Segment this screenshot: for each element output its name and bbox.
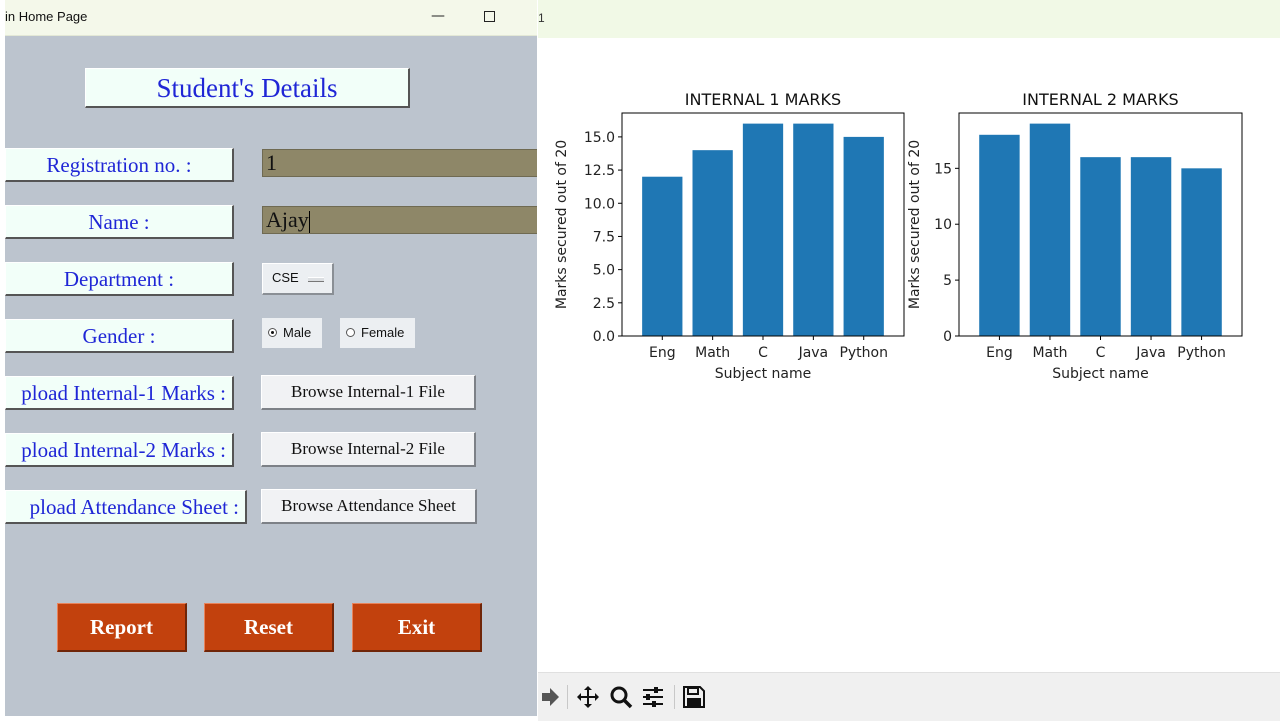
toolbar-separator xyxy=(567,685,568,709)
radio-unselected-icon xyxy=(346,328,355,338)
x-tick-label: Math xyxy=(1032,345,1067,361)
x-tick-label: C xyxy=(758,345,768,361)
department-label: Department : xyxy=(5,262,234,296)
bar-math xyxy=(1029,123,1071,336)
x-axis-label: Subject name xyxy=(1052,366,1149,382)
y-tick-label: 10.0 xyxy=(584,196,615,212)
x-tick-label: Java xyxy=(1135,345,1166,361)
chart-window-title: 1 xyxy=(538,11,545,25)
name-label: Name : xyxy=(5,205,234,239)
y-tick-label: 5 xyxy=(943,273,952,289)
close-button[interactable]: ✕ xyxy=(531,6,537,26)
figure-canvas: Eng Math C Java Python 0.0 2.5 5.0 7.5 10.0 12.5 15… xyxy=(538,38,1280,672)
y-axis-label: Marks secured out of 20 xyxy=(554,140,570,309)
radio-selected-icon xyxy=(268,328,277,338)
zoom-icon[interactable] xyxy=(609,685,633,709)
chart-title: INTERNAL 1 MARKS xyxy=(685,90,841,109)
title-bar: in Home Page — ✕ xyxy=(5,0,537,36)
y-tick-label: 15.0 xyxy=(584,130,615,146)
x-tick-label: Eng xyxy=(649,345,676,361)
bar-java xyxy=(1130,157,1172,336)
chart-title: INTERNAL 2 MARKS xyxy=(1022,90,1178,109)
x-tick-label: Math xyxy=(695,345,730,361)
x-tick-label: Java xyxy=(798,345,829,361)
student-form-window: in Home Page — ✕ Student's Details Regis… xyxy=(5,0,537,716)
gender-male-label: Male xyxy=(283,325,312,340)
y-tick-label: 15 xyxy=(934,161,952,177)
forward-icon[interactable] xyxy=(538,685,562,709)
x-tick-label: Eng xyxy=(986,345,1013,361)
gender-female-radio[interactable]: Female xyxy=(340,318,415,348)
upload-attendance-label: pload Attendance Sheet : xyxy=(5,490,247,524)
page-title: Student's Details xyxy=(85,68,410,108)
bar-eng xyxy=(979,134,1020,336)
marks-charts: Eng Math C Java Python 0.0 2.5 5.0 7.5 10.0 12.5 15… xyxy=(554,90,1243,382)
bar-python xyxy=(843,136,884,336)
chart-window: 1 Eng Math C Java Python 0.0 2.5 5.0 7.5 10.0 12.5… xyxy=(538,0,1280,721)
chart-title-bar: 1 xyxy=(538,0,1280,38)
bar-c xyxy=(1080,157,1121,336)
name-value: Ajay xyxy=(266,207,309,232)
x-axis-label: Subject name xyxy=(715,366,812,382)
department-dropdown[interactable]: CSE xyxy=(262,263,334,295)
window-title: in Home Page xyxy=(5,9,88,24)
y-tick-label: 0.0 xyxy=(593,329,615,345)
bar-math xyxy=(692,150,733,336)
navigation-toolbar xyxy=(538,672,1280,721)
bar-python xyxy=(1181,168,1222,336)
bar-c xyxy=(742,123,784,336)
y-tick-label: 7.5 xyxy=(593,229,615,245)
dropdown-indicator-icon xyxy=(308,277,324,282)
y-tick-label: 12.5 xyxy=(584,163,615,179)
toolbar-separator xyxy=(674,685,675,709)
browse-internal2-button[interactable]: Browse Internal-2 File xyxy=(261,432,476,467)
gender-label: Gender : xyxy=(5,319,234,353)
maximize-button[interactable] xyxy=(479,6,499,26)
x-tick-label: Python xyxy=(1177,345,1226,361)
pan-icon[interactable] xyxy=(576,685,600,709)
y-tick-label: 2.5 xyxy=(593,296,615,312)
registration-input[interactable]: 1 xyxy=(262,149,537,177)
bar-eng xyxy=(642,176,683,336)
bar-java xyxy=(793,123,834,336)
y-tick-label: 5.0 xyxy=(593,263,615,279)
y-axis-label: Marks secured out of 20 xyxy=(907,140,923,309)
upload-internal2-label: pload Internal-2 Marks : xyxy=(5,433,234,467)
y-tick-label: 10 xyxy=(934,217,952,233)
y-tick-label: 0 xyxy=(943,329,952,345)
text-caret xyxy=(308,210,310,233)
department-value: CSE xyxy=(272,270,299,285)
reset-button[interactable]: Reset xyxy=(204,603,334,652)
browse-attendance-button[interactable]: Browse Attendance Sheet xyxy=(261,489,477,524)
browse-internal1-button[interactable]: Browse Internal-1 File xyxy=(261,375,476,410)
exit-button[interactable]: Exit xyxy=(352,603,482,652)
x-tick-label: Python xyxy=(839,345,888,361)
registration-label: Registration no. : xyxy=(5,148,234,182)
name-input[interactable]: Ajay xyxy=(262,206,537,234)
save-icon[interactable] xyxy=(682,685,706,709)
configure-subplots-icon[interactable] xyxy=(641,685,665,709)
gender-female-label: Female xyxy=(361,325,405,340)
gender-male-radio[interactable]: Male xyxy=(262,318,322,348)
maximize-icon xyxy=(483,10,495,22)
upload-internal1-label: pload Internal-1 Marks : xyxy=(5,376,234,410)
report-button[interactable]: Report xyxy=(57,603,187,652)
minimize-button[interactable]: — xyxy=(428,6,448,26)
x-tick-label: C xyxy=(1096,345,1106,361)
